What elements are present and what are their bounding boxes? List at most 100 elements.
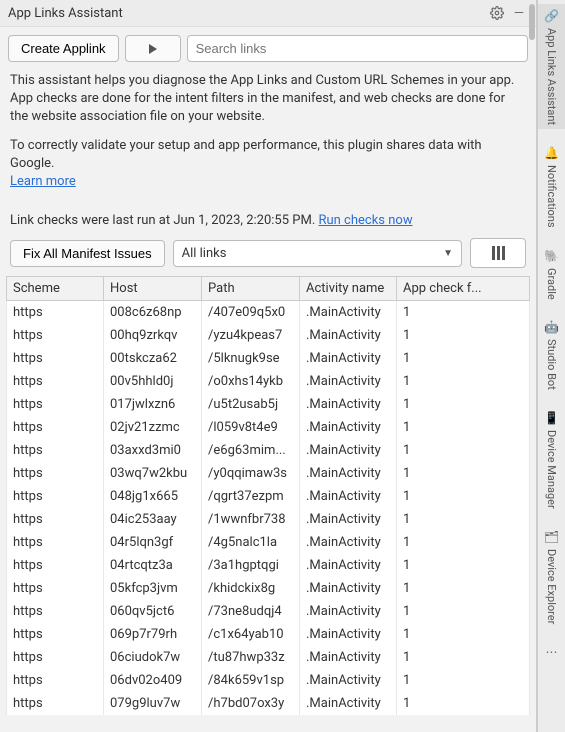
cell-flag: 1 bbox=[397, 600, 530, 623]
cell-activity: .MainActivity bbox=[300, 646, 397, 669]
sidebar-item-bot[interactable]: 🤖 Studio Bot bbox=[544, 315, 560, 394]
device-icon: 📱 bbox=[544, 410, 560, 426]
sidebar-item-more[interactable]: ⋯ bbox=[544, 640, 560, 664]
search-input[interactable] bbox=[187, 35, 528, 62]
cell-activity: .MainActivity bbox=[300, 393, 397, 416]
more-icon: ⋯ bbox=[544, 644, 560, 660]
cell-path: /5lknugk9se bbox=[202, 347, 300, 370]
col-activity[interactable]: Activity name bbox=[300, 277, 397, 301]
table-row[interactable]: https04rtcqtz3a/3a1hgptqgi.MainActivity1 bbox=[7, 554, 530, 577]
cell-flag: 1 bbox=[397, 393, 530, 416]
cell-host: 04rtcqtz3a bbox=[104, 554, 202, 577]
cell-host: 05kfcp3jvm bbox=[104, 577, 202, 600]
main-panel: App Links Assistant — Create Applink Thi… bbox=[0, 0, 537, 732]
filter-selected: All links bbox=[182, 246, 443, 261]
cell-host: 00hq9zrkqv bbox=[104, 324, 202, 347]
create-applink-button[interactable]: Create Applink bbox=[8, 35, 119, 62]
table-row[interactable]: https069p7r79rh/c1x64yab10.MainActivity1 bbox=[7, 623, 530, 646]
links-table-wrap[interactable]: Scheme Host Path Activity name App check… bbox=[6, 276, 530, 732]
cell-scheme: https bbox=[7, 669, 104, 692]
cell-flag: 1 bbox=[397, 347, 530, 370]
minimize-icon[interactable]: — bbox=[510, 4, 528, 22]
table-row[interactable]: https079g9luv7w/h7bd07ox3y.MainActivity1 bbox=[7, 692, 530, 715]
table-row[interactable]: https06dv02o409/84k659v1sp.MainActivity1 bbox=[7, 669, 530, 692]
cell-scheme: https bbox=[7, 416, 104, 439]
bell-icon: 🔔 bbox=[544, 145, 560, 161]
sidebar-label: Device Manager bbox=[545, 430, 558, 509]
cell-host: 04r5lqn3gf bbox=[104, 531, 202, 554]
last-run-row: Link checks were last run at Jun 1, 2023… bbox=[0, 209, 536, 238]
cell-flag: 1 bbox=[397, 577, 530, 600]
titlebar: App Links Assistant — bbox=[0, 0, 536, 27]
col-path[interactable]: Path bbox=[202, 277, 300, 301]
sidebar-item-gradle[interactable]: 🐘 Gradle bbox=[544, 244, 560, 304]
cell-host: 06dv02o409 bbox=[104, 669, 202, 692]
cell-path: /73ne8udqj4 bbox=[202, 600, 300, 623]
gear-icon[interactable] bbox=[488, 4, 506, 22]
sidebar-item-bell[interactable]: 🔔Notifications bbox=[544, 141, 560, 232]
cell-flag: 1 bbox=[397, 669, 530, 692]
sidebar-label: Gradle bbox=[545, 268, 558, 300]
cell-scheme: https bbox=[7, 577, 104, 600]
scrollbar-thumb[interactable] bbox=[529, 4, 535, 40]
last-run-timestamp: Jun 1, 2023, 2:20:55 PM bbox=[173, 213, 311, 228]
cell-activity: .MainActivity bbox=[300, 416, 397, 439]
cell-scheme: https bbox=[7, 508, 104, 531]
run-checks-now-link[interactable]: Run checks now bbox=[318, 213, 412, 228]
cell-activity: .MainActivity bbox=[300, 531, 397, 554]
cell-flag: 1 bbox=[397, 370, 530, 393]
sidebar-item-device[interactable]: 📱 Device Manager bbox=[544, 406, 560, 513]
table-row[interactable]: https048jg1x665/qgrt37ezpm.MainActivity1 bbox=[7, 485, 530, 508]
cell-host: 017jwlxzn6 bbox=[104, 393, 202, 416]
table-row[interactable]: https03axxd3mi0/e6g63mim....MainActivity… bbox=[7, 439, 530, 462]
table-row[interactable]: https04r5lqn3gf/4g5nalc1la.MainActivity1 bbox=[7, 531, 530, 554]
col-host[interactable]: Host bbox=[104, 277, 202, 301]
cell-host: 03axxd3mi0 bbox=[104, 439, 202, 462]
gradle-icon: 🐘 bbox=[544, 248, 560, 264]
table-row[interactable]: https017jwlxzn6/u5t2usab5j.MainActivity1 bbox=[7, 393, 530, 416]
col-scheme[interactable]: Scheme bbox=[7, 277, 104, 301]
cell-scheme: https bbox=[7, 462, 104, 485]
description: This assistant helps you diagnose the Ap… bbox=[0, 70, 536, 209]
table-row[interactable]: https05kfcp3jvm/khidckix8g.MainActivity1 bbox=[7, 577, 530, 600]
cell-path: /407e09q5x0 bbox=[202, 301, 300, 325]
col-appcheck[interactable]: App check f... bbox=[397, 277, 530, 301]
run-button[interactable] bbox=[125, 35, 181, 62]
learn-more-link[interactable]: Learn more bbox=[10, 174, 76, 189]
table-row[interactable]: https008c6z68np/407e09q5x0.MainActivity1 bbox=[7, 301, 530, 325]
cell-host: 00v5hhld0j bbox=[104, 370, 202, 393]
cell-host: 060qv5jct6 bbox=[104, 600, 202, 623]
cell-path: /y0qqimaw3s bbox=[202, 462, 300, 485]
chevron-down-icon: ▼ bbox=[443, 248, 453, 259]
sidebar-item-phone[interactable]: 🗂Device Explorer bbox=[544, 525, 560, 628]
cell-path: /h7bd07ox3y bbox=[202, 692, 300, 715]
cell-flag: 1 bbox=[397, 439, 530, 462]
cell-activity: .MainActivity bbox=[300, 485, 397, 508]
bot-icon: 🤖 bbox=[544, 319, 560, 335]
cell-scheme: https bbox=[7, 623, 104, 646]
table-row[interactable]: https03wq7w2kbu/y0qqimaw3s.MainActivity1 bbox=[7, 462, 530, 485]
table-row[interactable]: https00hq9zrkqv/yzu4kpeas7.MainActivity1 bbox=[7, 324, 530, 347]
table-row[interactable]: https04ic253aay/1wwnfbr738.MainActivity1 bbox=[7, 508, 530, 531]
table-row[interactable]: https00v5hhld0j/o0xhs14ykb.MainActivity1 bbox=[7, 370, 530, 393]
cell-flag: 1 bbox=[397, 508, 530, 531]
cell-activity: .MainActivity bbox=[300, 577, 397, 600]
panel-title: App Links Assistant bbox=[8, 6, 484, 21]
cell-activity: .MainActivity bbox=[300, 508, 397, 531]
cell-path: /c1x64yab10 bbox=[202, 623, 300, 646]
sidebar-item-link[interactable]: 🔗App Links Assistant bbox=[538, 4, 565, 129]
cell-flag: 1 bbox=[397, 301, 530, 325]
cell-host: 02jv21zzmc bbox=[104, 416, 202, 439]
table-row[interactable]: https060qv5jct6/73ne8udqj4.MainActivity1 bbox=[7, 600, 530, 623]
cell-scheme: https bbox=[7, 301, 104, 325]
table-row[interactable]: https06ciudok7w/tu87hwp33z.MainActivity1 bbox=[7, 646, 530, 669]
sidebar-label: Studio Bot bbox=[545, 339, 558, 390]
cell-activity: .MainActivity bbox=[300, 623, 397, 646]
cell-scheme: https bbox=[7, 692, 104, 715]
fix-manifest-button[interactable]: Fix All Manifest Issues bbox=[10, 240, 165, 267]
cell-activity: .MainActivity bbox=[300, 301, 397, 325]
table-row[interactable]: https00tskcza62/5lknugk9se.MainActivity1 bbox=[7, 347, 530, 370]
columns-toggle-button[interactable] bbox=[470, 238, 526, 268]
table-row[interactable]: https02jv21zzmc/l059v8t4e9.MainActivity1 bbox=[7, 416, 530, 439]
links-filter-select[interactable]: All links ▼ bbox=[173, 240, 462, 267]
